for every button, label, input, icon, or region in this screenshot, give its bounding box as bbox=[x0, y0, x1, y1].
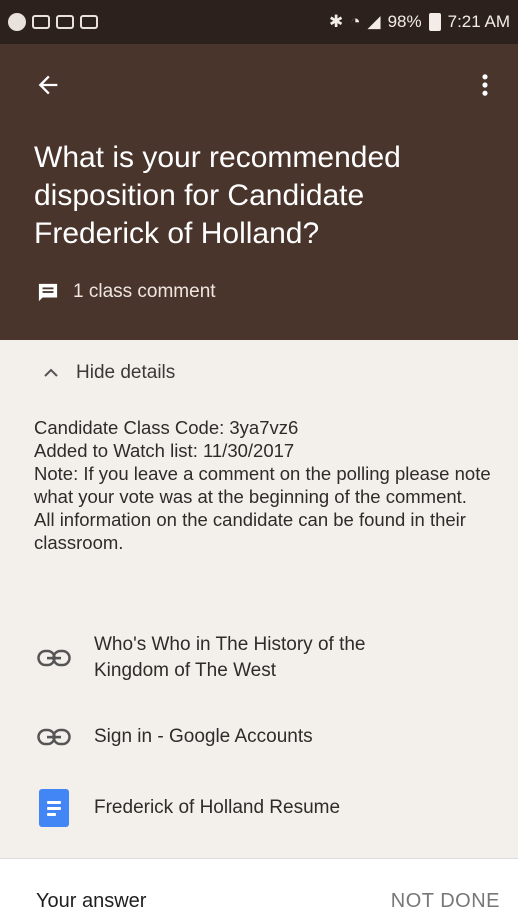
class-comment-count: 1 class comment bbox=[73, 281, 216, 302]
status-bar: ✱ ◔ ◢ 98% 7:21 AM bbox=[0, 0, 518, 44]
assignment-header: What is your recommended disposition for… bbox=[0, 44, 518, 340]
material-link-whos-who[interactable]: Who's Who in The History of the Kingdom … bbox=[34, 632, 444, 684]
back-arrow-icon[interactable] bbox=[34, 71, 62, 99]
material-link-google-sign-in[interactable]: Sign in - Google Accounts bbox=[34, 724, 313, 750]
material-label: Who's Who in The History of the Kingdom … bbox=[94, 634, 366, 681]
messenger-icon bbox=[8, 13, 26, 31]
material-doc-resume[interactable]: Frederick of Holland Resume bbox=[34, 789, 340, 827]
photo-icon bbox=[56, 15, 74, 29]
link-icon bbox=[37, 649, 71, 667]
notification-icons bbox=[8, 13, 98, 31]
material-label: Frederick of Holland Resume bbox=[94, 797, 341, 818]
hide-details-label: Hide details bbox=[76, 362, 176, 383]
wifi-icon: ◔ bbox=[350, 12, 361, 31]
system-icons: ✱ ◔ ◢ 98% 7:21 AM bbox=[329, 12, 510, 32]
class-comments-link[interactable]: 1 class comment bbox=[37, 281, 216, 303]
battery-percent: 98% bbox=[387, 12, 422, 31]
comment-icon bbox=[38, 283, 58, 302]
gallery-icon bbox=[32, 15, 50, 29]
assignment-details: Candidate Class Code: 3ya7vz6 Added to W… bbox=[34, 416, 504, 554]
details-line: Note: If you leave a comment on the poll… bbox=[34, 463, 491, 507]
chevron-up-icon bbox=[44, 368, 58, 377]
signal-icon: ◢ bbox=[367, 12, 381, 31]
question-title: What is your recommended disposition for… bbox=[34, 141, 401, 250]
image-icon bbox=[80, 15, 98, 29]
details-line: Added to Watch list: 11/30/2017 bbox=[34, 440, 295, 461]
clock: 7:21 AM bbox=[447, 12, 510, 31]
bluetooth-icon: ✱ bbox=[328, 12, 344, 31]
link-icon bbox=[37, 728, 71, 746]
answer-status: NOT DONE bbox=[390, 890, 500, 912]
your-answer-label: Your answer bbox=[36, 890, 147, 912]
hide-details-toggle[interactable]: Hide details bbox=[44, 362, 175, 384]
your-answer-bar[interactable]: Your answer NOT DONE bbox=[0, 858, 518, 920]
material-label: Sign in - Google Accounts bbox=[94, 726, 313, 747]
google-doc-icon bbox=[39, 789, 69, 827]
more-options-icon[interactable] bbox=[478, 71, 492, 99]
details-line: All information on the candidate can be … bbox=[34, 509, 466, 553]
details-line: Candidate Class Code: 3ya7vz6 bbox=[34, 417, 299, 438]
battery-icon bbox=[428, 13, 441, 31]
